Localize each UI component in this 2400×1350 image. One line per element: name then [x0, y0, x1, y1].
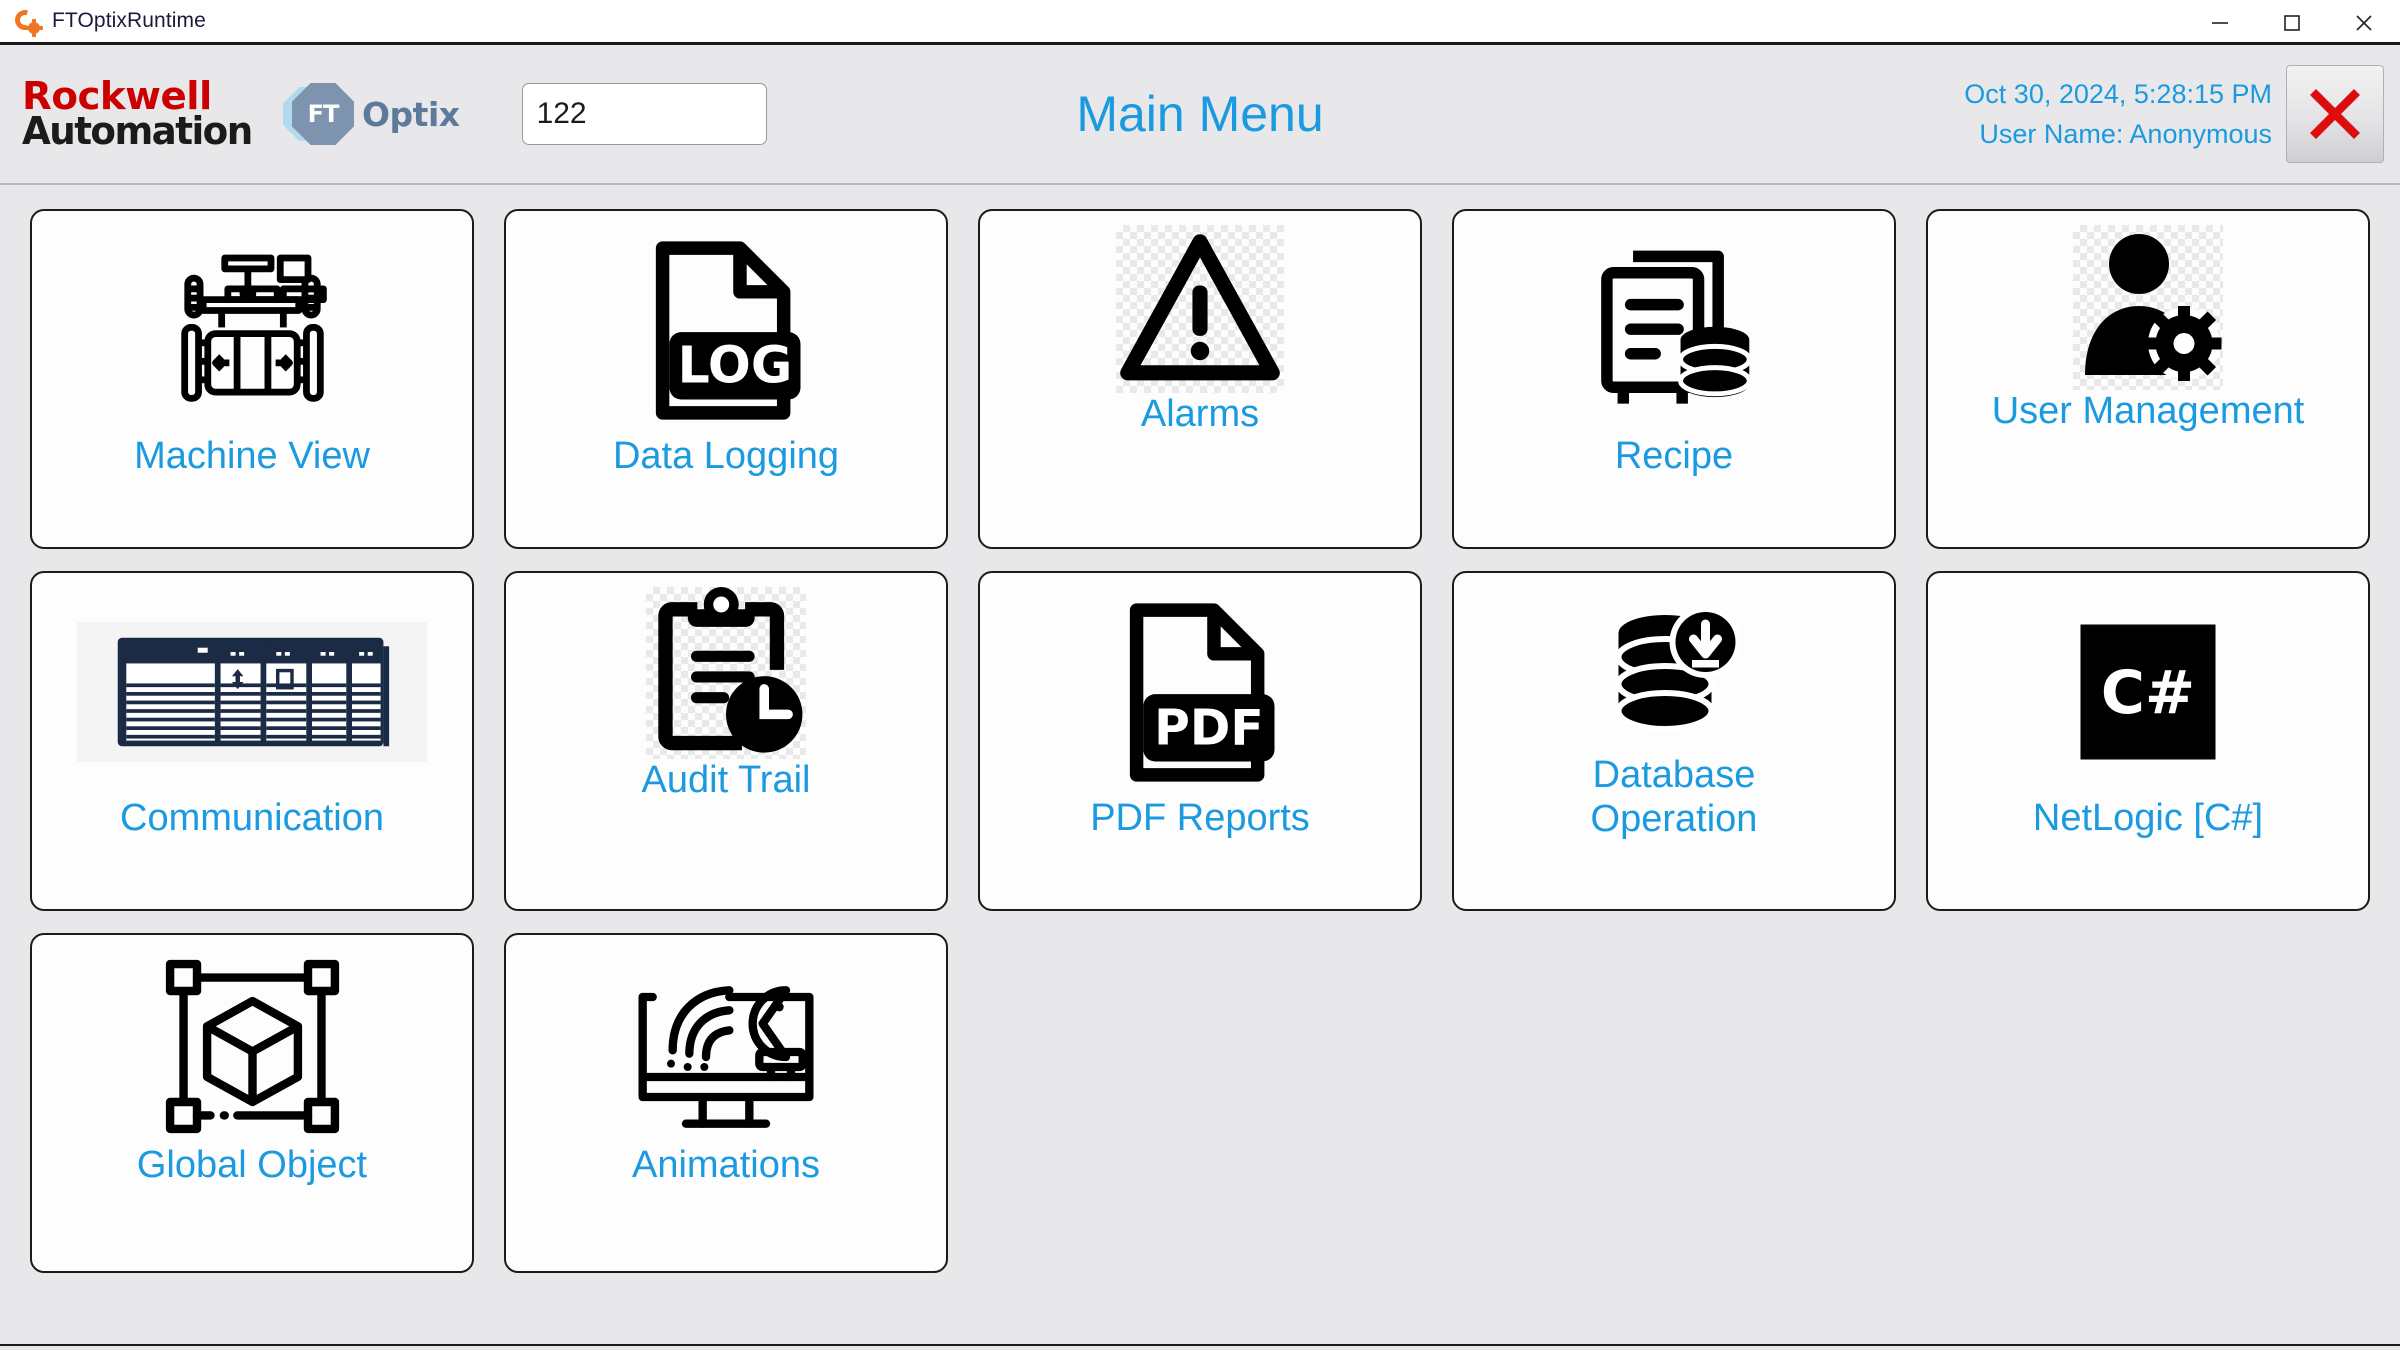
window-titlebar: FTOptixRuntime [0, 0, 2400, 45]
tile-label: Animations [632, 1144, 820, 1186]
tile-global-object[interactable]: Global Object [30, 933, 474, 1273]
tile-machine-view[interactable]: Machine View [30, 209, 474, 549]
tile-label: Database Operation [1583, 754, 1766, 841]
menu-tile-grid: Machine View LOG Data Logging Alarms Rec… [0, 185, 2400, 1297]
tile-label-line2: Operation [1590, 797, 1758, 840]
ft-optix-logo: FT Optix [283, 83, 460, 145]
tile-label-line1: Database [1592, 754, 1756, 796]
maximize-button[interactable] [2256, 0, 2328, 45]
header-status-block: Oct 30, 2024, 5:28:15 PM User Name: Anon… [1964, 74, 2286, 155]
tile-user-management[interactable]: User Management [1926, 209, 2370, 549]
pdf-file-icon: PDF [980, 587, 1420, 797]
bottom-edge [0, 1344, 2400, 1350]
tile-label: Data Logging [612, 435, 840, 477]
brand-line-automation: Automation [22, 109, 253, 153]
cube-selection-icon [32, 949, 472, 1144]
minimize-button[interactable] [2184, 0, 2256, 45]
tile-communication[interactable]: Communication [30, 571, 474, 911]
tile-label: Machine View [134, 435, 370, 477]
tile-label: NetLogic [C#] [2032, 797, 2264, 839]
close-button[interactable] [2328, 0, 2400, 45]
csharp-icon: C# [1928, 587, 2368, 797]
window-title: FTOptixRuntime [52, 9, 206, 32]
tile-data-logging[interactable]: LOG Data Logging [504, 209, 948, 549]
log-file-icon: LOG [506, 225, 946, 435]
tile-alarms[interactable]: Alarms [978, 209, 1422, 549]
tile-recipe[interactable]: Recipe [1452, 209, 1896, 549]
ft-octagon-icon: FT [283, 83, 354, 145]
tile-label: Recipe [1614, 435, 1734, 477]
warning-triangle-icon [1116, 225, 1284, 393]
tile-label: Global Object [136, 1144, 368, 1186]
app-header: Rockwell Automation FT Optix Main Menu O… [0, 45, 2400, 185]
ft-badge-text: FT [307, 100, 340, 128]
document-database-icon [1454, 225, 1894, 435]
ftoptix-logo-icon [11, 6, 43, 37]
datetime-label: Oct 30, 2024, 5:28:15 PM [1964, 78, 2272, 109]
tile-label: PDF Reports [1090, 797, 1310, 839]
rockwell-automation-logo: Rockwell Automation [22, 77, 272, 153]
exit-x-button[interactable] [2286, 65, 2384, 163]
tile-label: User Management [1991, 390, 2305, 432]
monitor-motion-icon [506, 949, 946, 1144]
clipboard-clock-icon [646, 587, 806, 759]
username-label: User Name: Anonymous [1979, 119, 2272, 149]
plc-rack-icon [32, 587, 472, 797]
machine-press-icon [32, 225, 472, 435]
window-controls [2184, 0, 2400, 42]
tile-animations[interactable]: Animations [504, 933, 948, 1273]
svg-text:LOG: LOG [677, 335, 792, 394]
number-input[interactable] [521, 83, 767, 145]
optix-wordmark: Optix [362, 94, 460, 134]
user-gear-icon [2073, 225, 2223, 390]
tile-database-operation[interactable]: Database Operation [1452, 571, 1896, 911]
tile-netlogic-csharp[interactable]: C# NetLogic [C#] [1926, 571, 2370, 911]
database-download-icon [1454, 587, 1894, 762]
tile-label: Alarms [1140, 393, 1260, 435]
svg-text:C#: C# [2101, 658, 2195, 728]
svg-text:PDF: PDF [1154, 699, 1264, 756]
tile-label: Audit Trail [641, 759, 811, 801]
tile-audit-trail[interactable]: Audit Trail [504, 571, 948, 911]
tile-label: Communication [120, 797, 384, 839]
tile-pdf-reports[interactable]: PDF PDF Reports [978, 571, 1422, 911]
